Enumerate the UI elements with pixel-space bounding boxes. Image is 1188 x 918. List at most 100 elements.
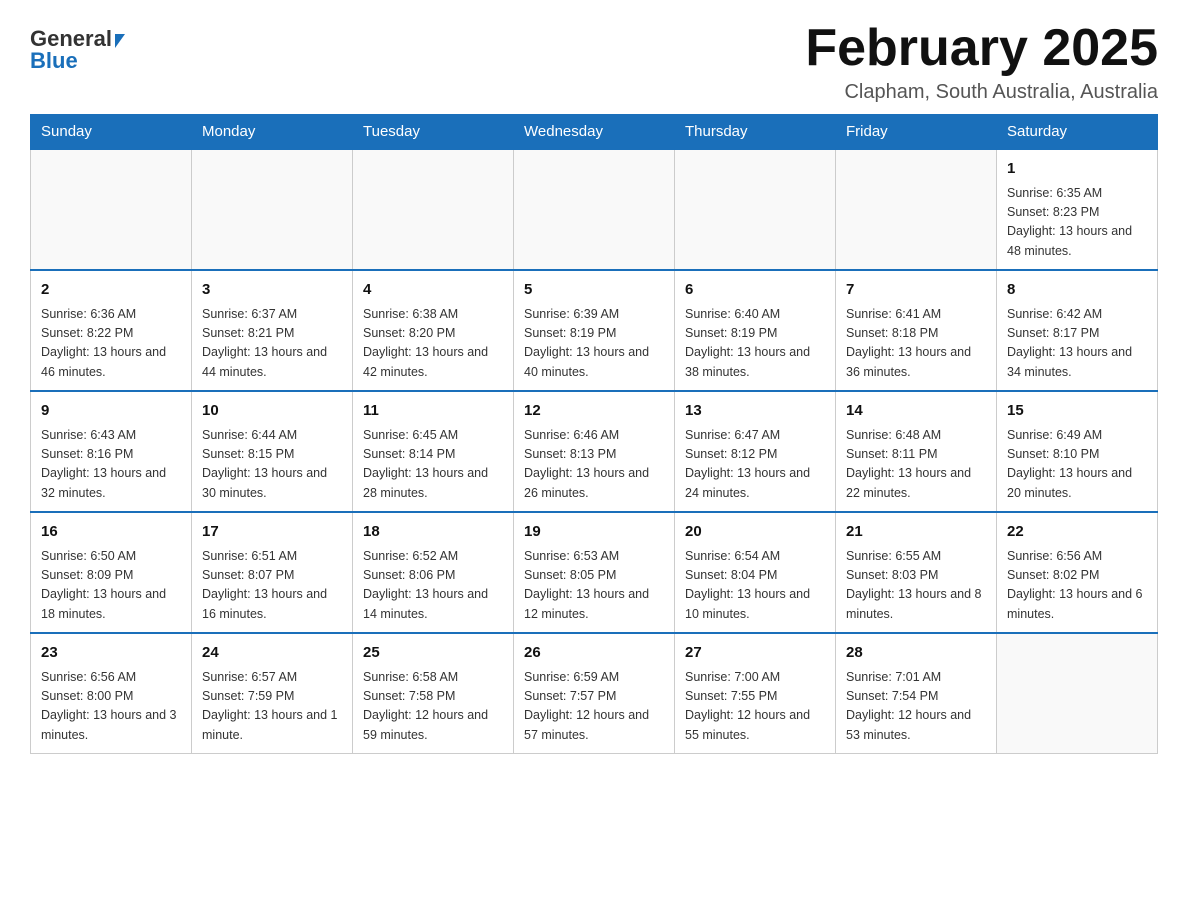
week-row-2: 2 Sunrise: 6:36 AM Sunset: 8:22 PM Daylig… [31,270,1158,391]
day-info: Sunrise: 6:59 AM Sunset: 7:57 PM Dayligh… [524,668,664,746]
week-row-1: 1 Sunrise: 6:35 AM Sunset: 8:23 PM Daylig… [31,149,1158,270]
day-info: Sunrise: 6:43 AM Sunset: 8:16 PM Dayligh… [41,426,181,504]
day-info: Sunrise: 6:58 AM Sunset: 7:58 PM Dayligh… [363,668,503,746]
calendar-cell: 18 Sunrise: 6:52 AM Sunset: 8:06 PM Dayli… [353,512,514,633]
day-info: Sunrise: 6:36 AM Sunset: 8:22 PM Dayligh… [41,305,181,383]
day-info: Sunrise: 7:00 AM Sunset: 7:55 PM Dayligh… [685,668,825,746]
day-number: 14 [846,400,986,423]
day-number: 26 [524,642,664,665]
day-number: 6 [685,279,825,302]
calendar-cell [353,149,514,270]
page-header: General Blue February 2025 Clapham, Sout… [30,20,1158,104]
week-row-4: 16 Sunrise: 6:50 AM Sunset: 8:09 PM Dayli… [31,512,1158,633]
day-info: Sunrise: 6:45 AM Sunset: 8:14 PM Dayligh… [363,426,503,504]
day-info: Sunrise: 6:55 AM Sunset: 8:03 PM Dayligh… [846,547,986,625]
day-number: 2 [41,279,181,302]
logo-blue-text: Blue [30,50,78,72]
calendar-cell: 2 Sunrise: 6:36 AM Sunset: 8:22 PM Daylig… [31,270,192,391]
day-number: 4 [363,279,503,302]
calendar-cell: 9 Sunrise: 6:43 AM Sunset: 8:16 PM Daylig… [31,391,192,512]
day-number: 3 [202,279,342,302]
day-number: 18 [363,521,503,544]
day-number: 5 [524,279,664,302]
day-info: Sunrise: 6:53 AM Sunset: 8:05 PM Dayligh… [524,547,664,625]
week-row-5: 23 Sunrise: 6:56 AM Sunset: 8:00 PM Dayli… [31,633,1158,754]
calendar-cell: 15 Sunrise: 6:49 AM Sunset: 8:10 PM Dayli… [997,391,1158,512]
calendar-title: February 2025 [805,20,1158,77]
weekday-header-row: SundayMondayTuesdayWednesdayThursdayFrid… [31,115,1158,150]
day-number: 16 [41,521,181,544]
day-info: Sunrise: 6:35 AM Sunset: 8:23 PM Dayligh… [1007,184,1147,262]
calendar-cell: 8Sunrise: 6:42 AM Sunset: 8:17 PM Daylig… [997,270,1158,391]
logo-triangle-icon [115,34,125,48]
day-number: 23 [41,642,181,665]
calendar-cell [997,633,1158,754]
calendar-cell: 19 Sunrise: 6:53 AM Sunset: 8:05 PM Dayli… [514,512,675,633]
day-info: Sunrise: 6:40 AM Sunset: 8:19 PM Dayligh… [685,305,825,383]
weekday-header-tuesday: Tuesday [353,115,514,150]
day-info: Sunrise: 7:01 AM Sunset: 7:54 PM Dayligh… [846,668,986,746]
day-number: 28 [846,642,986,665]
calendar-table: SundayMondayTuesdayWednesdayThursdayFrid… [30,114,1158,754]
weekday-header-monday: Monday [192,115,353,150]
day-info: Sunrise: 6:38 AM Sunset: 8:20 PM Dayligh… [363,305,503,383]
calendar-cell [192,149,353,270]
calendar-cell: 28 Sunrise: 7:01 AM Sunset: 7:54 PM Dayli… [836,633,997,754]
calendar-cell: 26 Sunrise: 6:59 AM Sunset: 7:57 PM Dayli… [514,633,675,754]
calendar-cell: 1 Sunrise: 6:35 AM Sunset: 8:23 PM Daylig… [997,149,1158,270]
day-info: Sunrise: 6:48 AM Sunset: 8:11 PM Dayligh… [846,426,986,504]
calendar-cell [514,149,675,270]
day-number: 25 [363,642,503,665]
day-number: 19 [524,521,664,544]
calendar-cell: 7 Sunrise: 6:41 AM Sunset: 8:18 PM Daylig… [836,270,997,391]
calendar-cell [31,149,192,270]
day-info: Sunrise: 6:47 AM Sunset: 8:12 PM Dayligh… [685,426,825,504]
day-number: 20 [685,521,825,544]
day-info: Sunrise: 6:41 AM Sunset: 8:18 PM Dayligh… [846,305,986,383]
calendar-cell: 21 Sunrise: 6:55 AM Sunset: 8:03 PM Dayli… [836,512,997,633]
day-number: 7 [846,279,986,302]
calendar-cell: 27 Sunrise: 7:00 AM Sunset: 7:55 PM Dayli… [675,633,836,754]
week-row-3: 9 Sunrise: 6:43 AM Sunset: 8:16 PM Daylig… [31,391,1158,512]
day-info: Sunrise: 6:52 AM Sunset: 8:06 PM Dayligh… [363,547,503,625]
calendar-cell: 23 Sunrise: 6:56 AM Sunset: 8:00 PM Dayli… [31,633,192,754]
day-number: 21 [846,521,986,544]
weekday-header-wednesday: Wednesday [514,115,675,150]
day-number: 10 [202,400,342,423]
calendar-cell: 20Sunrise: 6:54 AM Sunset: 8:04 PM Dayli… [675,512,836,633]
calendar-cell: 25 Sunrise: 6:58 AM Sunset: 7:58 PM Dayli… [353,633,514,754]
calendar-cell: 11Sunrise: 6:45 AM Sunset: 8:14 PM Dayli… [353,391,514,512]
calendar-cell: 22Sunrise: 6:56 AM Sunset: 8:02 PM Dayli… [997,512,1158,633]
weekday-header-friday: Friday [836,115,997,150]
logo: General Blue [30,20,125,72]
day-info: Sunrise: 6:56 AM Sunset: 8:00 PM Dayligh… [41,668,181,746]
day-info: Sunrise: 6:50 AM Sunset: 8:09 PM Dayligh… [41,547,181,625]
day-number: 12 [524,400,664,423]
day-info: Sunrise: 6:57 AM Sunset: 7:59 PM Dayligh… [202,668,342,746]
day-number: 13 [685,400,825,423]
calendar-cell: 12 Sunrise: 6:46 AM Sunset: 8:13 PM Dayli… [514,391,675,512]
calendar-cell: 4 Sunrise: 6:38 AM Sunset: 8:20 PM Daylig… [353,270,514,391]
calendar-subtitle: Clapham, South Australia, Australia [805,81,1158,104]
day-number: 24 [202,642,342,665]
day-info: Sunrise: 6:39 AM Sunset: 8:19 PM Dayligh… [524,305,664,383]
logo-general-text: General [30,28,112,50]
day-number: 27 [685,642,825,665]
calendar-cell: 10Sunrise: 6:44 AM Sunset: 8:15 PM Dayli… [192,391,353,512]
day-info: Sunrise: 6:46 AM Sunset: 8:13 PM Dayligh… [524,426,664,504]
calendar-cell: 24 Sunrise: 6:57 AM Sunset: 7:59 PM Dayli… [192,633,353,754]
day-info: Sunrise: 6:49 AM Sunset: 8:10 PM Dayligh… [1007,426,1147,504]
calendar-cell: 14 Sunrise: 6:48 AM Sunset: 8:11 PM Dayli… [836,391,997,512]
calendar-cell: 5 Sunrise: 6:39 AM Sunset: 8:19 PM Daylig… [514,270,675,391]
day-number: 15 [1007,400,1147,423]
calendar-cell: 17Sunrise: 6:51 AM Sunset: 8:07 PM Dayli… [192,512,353,633]
weekday-header-saturday: Saturday [997,115,1158,150]
day-number: 9 [41,400,181,423]
calendar-cell: 3Sunrise: 6:37 AM Sunset: 8:21 PM Daylig… [192,270,353,391]
day-number: 1 [1007,158,1147,181]
calendar-cell [675,149,836,270]
calendar-cell: 6 Sunrise: 6:40 AM Sunset: 8:19 PM Daylig… [675,270,836,391]
calendar-cell: 13 Sunrise: 6:47 AM Sunset: 8:12 PM Dayli… [675,391,836,512]
day-number: 17 [202,521,342,544]
day-info: Sunrise: 6:42 AM Sunset: 8:17 PM Dayligh… [1007,305,1147,383]
